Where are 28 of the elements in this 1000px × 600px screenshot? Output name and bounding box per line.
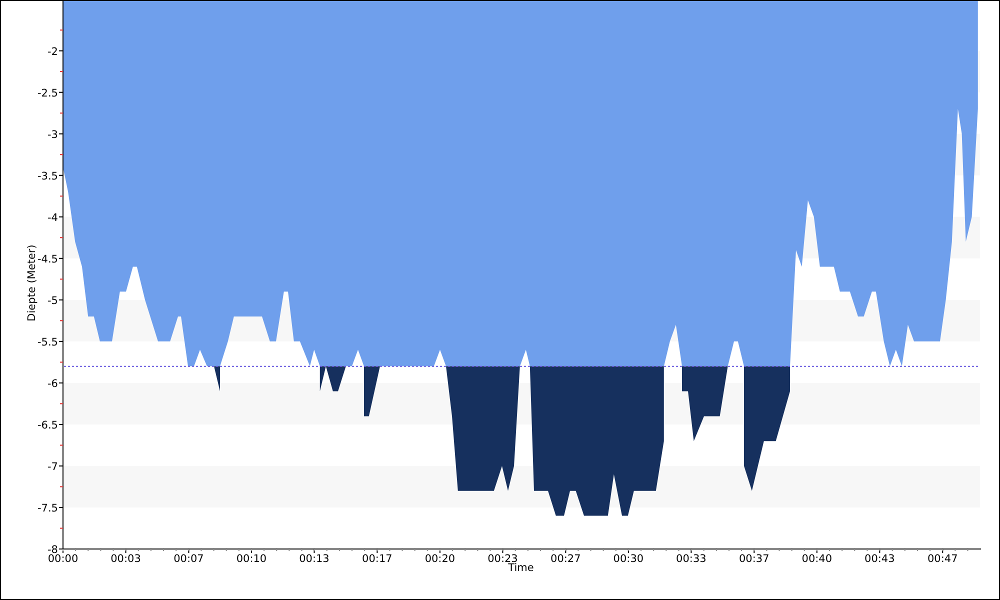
x-tick-label: 00:10 (236, 553, 267, 565)
y-tick-label: -4.5 (38, 253, 58, 266)
x-tick-label: 00:40 (802, 553, 832, 565)
x-tick-label: 00:03 (110, 553, 141, 565)
x-tick-label: 00:00 (48, 553, 78, 565)
x-tick-label: 00:33 (676, 553, 706, 565)
y-tick-label: -5 (48, 294, 58, 307)
x-tick-label: 00:17 (362, 553, 392, 565)
x-axis-title: Time (508, 562, 534, 574)
y-tick-label: -7 (48, 460, 58, 473)
y-tick-label: -3 (48, 128, 58, 141)
y-axis-title: Diepte (Meter) (26, 244, 38, 322)
y-tick-label: -4 (48, 212, 58, 224)
x-tick-label: 00:30 (613, 553, 644, 565)
x-tick-label: 00:13 (299, 553, 330, 565)
y-tick-label: -6 (48, 378, 58, 390)
y-tick-label: -2 (48, 46, 58, 58)
x-tick-label: 00:37 (739, 553, 770, 565)
y-tick-label: -7.5 (38, 502, 58, 514)
x-tick-label: 00:47 (928, 553, 958, 565)
y-tick-label: -3.5 (38, 170, 58, 182)
y-tick-label: -5.5 (38, 336, 58, 348)
x-tick-label: 00:07 (174, 553, 204, 565)
x-tick-label: 00:20 (424, 553, 456, 565)
y-tick-label: -2.5 (38, 87, 58, 100)
x-tick-label: 00:43 (864, 553, 895, 565)
x-tick-label: 00:27 (550, 553, 581, 565)
y-tick-label: -6.5 (38, 419, 58, 432)
